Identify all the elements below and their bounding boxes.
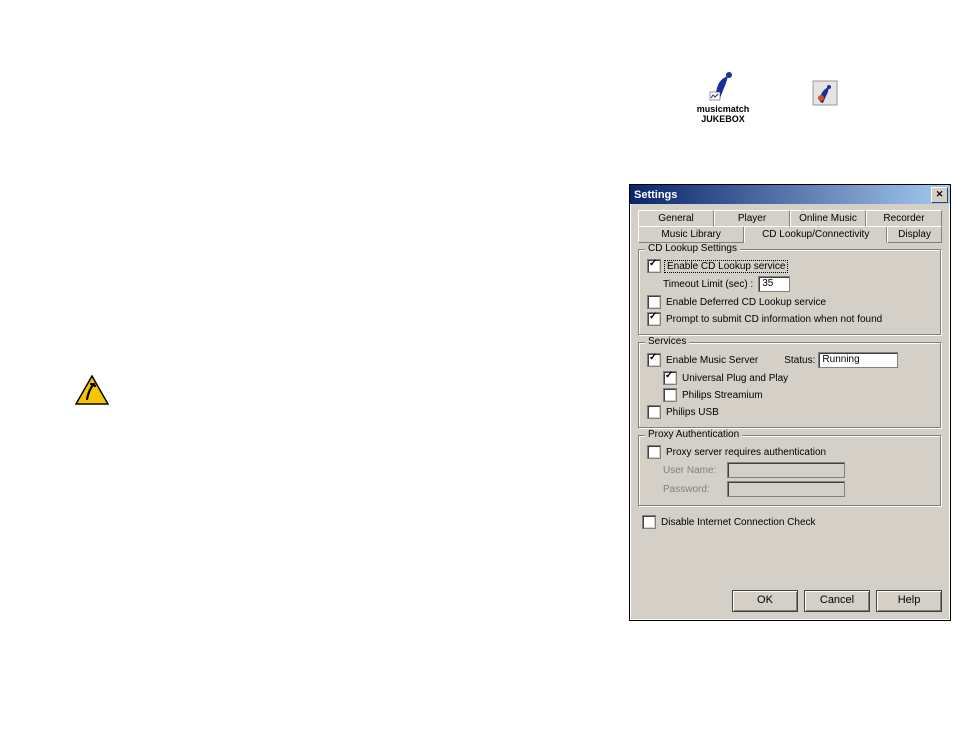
upnp-label: Universal Plug and Play <box>682 373 788 384</box>
streamium-label: Philips Streamium <box>682 390 763 401</box>
upnp-checkbox[interactable] <box>663 371 677 385</box>
ok-button[interactable]: OK <box>732 590 798 612</box>
proxy-auth-label: Proxy server requires authentication <box>666 447 826 458</box>
status-label: Status: <box>784 355 815 366</box>
username-label: User Name: <box>663 465 727 476</box>
timeout-input[interactable]: 35 <box>758 276 790 292</box>
enable-deferred-checkbox[interactable] <box>647 295 661 309</box>
musicmatch-icon <box>706 68 740 102</box>
settings-window: Settings ✕ General Player Online Music R… <box>629 184 951 621</box>
musicmatch-small-icon <box>812 80 838 106</box>
tab-online-music[interactable]: Online Music <box>790 210 866 227</box>
enable-deferred-label: Enable Deferred CD Lookup service <box>666 297 826 308</box>
titlebar[interactable]: Settings ✕ <box>630 185 950 204</box>
musicmatch-label-1: musicmatch <box>697 104 750 114</box>
close-button[interactable]: ✕ <box>931 187 948 203</box>
streamium-checkbox[interactable] <box>663 388 677 402</box>
cd-lookup-group: CD Lookup Settings Enable CD Lookup serv… <box>638 249 942 336</box>
tab-display[interactable]: Display <box>887 226 942 243</box>
services-group: Services Enable Music Server Status: Run… <box>638 342 942 429</box>
tabs-row-1: General Player Online Music Recorder <box>638 210 942 227</box>
help-button[interactable]: Help <box>876 590 942 612</box>
username-input <box>727 462 845 478</box>
enable-cd-lookup-label: Enable CD Lookup service <box>664 260 788 273</box>
tabs-row-2: Music Library CD Lookup/Connectivity Dis… <box>638 226 942 243</box>
timeout-label: Timeout Limit (sec) : <box>663 279 753 290</box>
enable-cd-lookup-checkbox[interactable] <box>647 259 661 273</box>
disable-internet-checkbox[interactable] <box>642 515 656 529</box>
proxy-auth-checkbox[interactable] <box>647 445 661 459</box>
proxy-legend: Proxy Authentication <box>645 429 742 440</box>
tray-icon[interactable] <box>805 80 845 106</box>
services-legend: Services <box>645 336 689 347</box>
tab-cd-lookup[interactable]: CD Lookup/Connectivity <box>744 226 887 243</box>
tab-general[interactable]: General <box>638 210 714 227</box>
cancel-button[interactable]: Cancel <box>804 590 870 612</box>
disable-internet-label: Disable Internet Connection Check <box>661 517 816 528</box>
warning-icon <box>75 375 109 405</box>
enable-music-server-checkbox[interactable] <box>647 353 661 367</box>
tab-recorder[interactable]: Recorder <box>866 210 942 227</box>
musicmatch-desktop-icon[interactable]: musicmatch JUKEBOX <box>688 68 758 124</box>
prompt-submit-checkbox[interactable] <box>647 312 661 326</box>
window-title: Settings <box>634 189 677 201</box>
enable-music-server-label: Enable Music Server <box>666 355 758 366</box>
prompt-submit-label: Prompt to submit CD information when not… <box>666 314 882 325</box>
cd-lookup-legend: CD Lookup Settings <box>645 243 740 254</box>
musicmatch-label-2: JUKEBOX <box>701 114 745 124</box>
philips-usb-label: Philips USB <box>666 407 719 418</box>
password-input <box>727 481 845 497</box>
philips-usb-checkbox[interactable] <box>647 405 661 419</box>
tab-music-library[interactable]: Music Library <box>638 226 744 243</box>
password-label: Password: <box>663 484 727 495</box>
proxy-group: Proxy Authentication Proxy server requir… <box>638 435 942 507</box>
tab-player[interactable]: Player <box>714 210 790 227</box>
button-row: OK Cancel Help <box>630 582 950 620</box>
status-field: Running <box>818 352 898 368</box>
